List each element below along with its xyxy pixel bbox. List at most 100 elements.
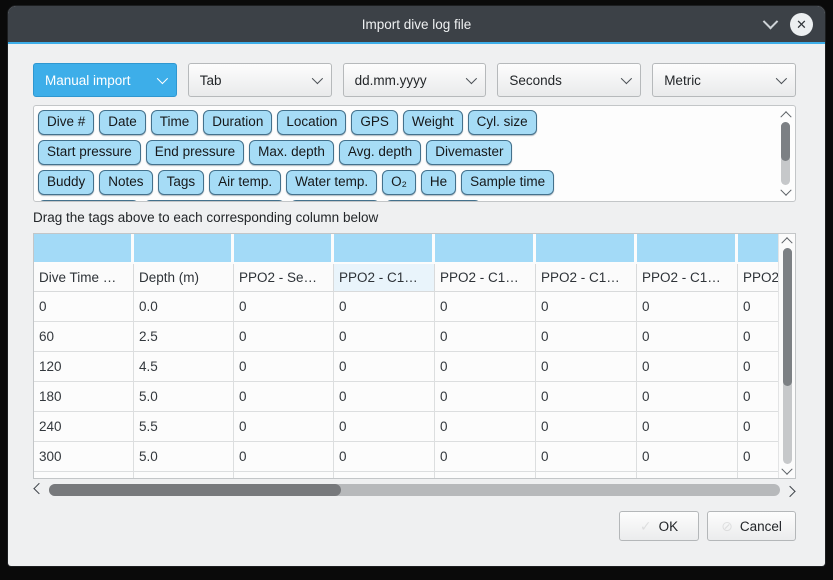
table-cell: 0 bbox=[234, 352, 334, 382]
field-separator-select[interactable]: Tab bbox=[188, 63, 332, 97]
tag[interactable]: Date bbox=[99, 110, 146, 135]
selected-value: Manual import bbox=[45, 73, 131, 88]
column-drop-target[interactable] bbox=[435, 234, 536, 264]
import-preview-table: Dive Time …Depth (m)PPO2 - Se…PPO2 - C1…… bbox=[33, 233, 796, 479]
tag-row: Sample depth Sample temperature Sample pO₂… bbox=[38, 200, 773, 202]
date-format-select[interactable]: dd.mm.yyyy bbox=[343, 63, 487, 97]
tag[interactable]: Air temp. bbox=[209, 170, 281, 195]
scroll-up-icon[interactable] bbox=[783, 234, 791, 246]
table-cell bbox=[738, 472, 779, 479]
scrollbar-track[interactable] bbox=[49, 484, 780, 496]
scrollbar-thumb[interactable] bbox=[781, 122, 790, 161]
tag[interactable]: He bbox=[421, 170, 456, 195]
table-cell: 0 bbox=[435, 322, 536, 352]
tag[interactable]: O₂ bbox=[382, 170, 416, 195]
tag[interactable]: GPS bbox=[351, 110, 398, 135]
tag[interactable]: Dive # bbox=[38, 110, 94, 135]
shade-button[interactable] bbox=[765, 19, 776, 30]
column-drop-target[interactable] bbox=[536, 234, 637, 264]
tag[interactable]: Time bbox=[151, 110, 199, 135]
import-dive-log-dialog: Import dive log file ✕ Manual import Tabd… bbox=[8, 6, 825, 566]
table-cell: 5.0 bbox=[134, 442, 234, 472]
table-cell: 0 bbox=[536, 292, 637, 322]
column-header: Dive Time … bbox=[34, 264, 134, 292]
tag[interactable]: Divemaster bbox=[426, 140, 512, 165]
import-type-select[interactable]: Manual import bbox=[33, 63, 177, 97]
column-header: PPO2 - C1… bbox=[435, 264, 536, 292]
tag[interactable]: Max. depth bbox=[249, 140, 334, 165]
tag[interactable]: Start pressure bbox=[38, 140, 141, 165]
table-cell bbox=[334, 472, 435, 479]
column-header: PPO2 - Se… bbox=[234, 264, 334, 292]
tag[interactable]: Sample depth bbox=[38, 200, 139, 202]
tag[interactable]: Cyl. size bbox=[468, 110, 537, 135]
scrollbar-thumb[interactable] bbox=[783, 248, 792, 386]
titlebar[interactable]: Import dive log file ✕ bbox=[8, 6, 825, 44]
table-cell: 0 bbox=[738, 322, 779, 352]
tag[interactable]: Weight bbox=[403, 110, 463, 135]
table-cell: 0 bbox=[435, 382, 536, 412]
table-cell: 2.5 bbox=[134, 322, 234, 352]
table-cell: 0 bbox=[738, 382, 779, 412]
column-header: PPO2 - C1… bbox=[334, 264, 435, 292]
column-drop-row bbox=[34, 234, 779, 264]
chevron-down-icon bbox=[621, 73, 632, 84]
table-cell: 0 bbox=[334, 352, 435, 382]
tag-row: BuddyNotesTagsAir temp.Water temp.O₂HeSa… bbox=[38, 170, 773, 195]
table-cell: 0 bbox=[435, 442, 536, 472]
column-drop-target[interactable] bbox=[134, 234, 234, 264]
column-header-row: Dive Time …Depth (m)PPO2 - Se…PPO2 - C1…… bbox=[34, 264, 779, 292]
table-row bbox=[34, 472, 779, 479]
tag[interactable]: Sample CNS bbox=[385, 200, 481, 202]
scrollbar-thumb[interactable] bbox=[49, 484, 341, 496]
table-cell: 0 bbox=[334, 322, 435, 352]
table-cell: 4.5 bbox=[134, 352, 234, 382]
scrollbar-track[interactable] bbox=[781, 122, 790, 185]
column-drop-target[interactable] bbox=[234, 234, 334, 264]
column-drop-target[interactable] bbox=[637, 234, 738, 264]
tag[interactable]: Duration bbox=[203, 110, 272, 135]
scroll-down-icon[interactable] bbox=[782, 187, 790, 199]
tag[interactable]: Tags bbox=[158, 170, 205, 195]
table-cell: 0 bbox=[34, 292, 134, 322]
table-cell: 0 bbox=[637, 442, 738, 472]
tag[interactable]: Sample time bbox=[461, 170, 554, 195]
tag[interactable]: Water temp. bbox=[286, 170, 377, 195]
close-button[interactable]: ✕ bbox=[790, 13, 813, 36]
tag[interactable]: End pressure bbox=[146, 140, 244, 165]
chevron-down-icon bbox=[311, 73, 322, 84]
tag[interactable]: Avg. depth bbox=[339, 140, 421, 165]
scroll-up-icon[interactable] bbox=[782, 108, 790, 120]
tag[interactable]: Buddy bbox=[38, 170, 94, 195]
scroll-right-icon[interactable] bbox=[784, 482, 796, 498]
ok-button[interactable]: ✓ OK bbox=[619, 511, 699, 541]
table-horizontal-scrollbar[interactable] bbox=[33, 482, 796, 498]
table-row: 602.5000000 bbox=[34, 322, 779, 352]
tag-pool: Dive #DateTimeDurationLocationGPSWeightC… bbox=[33, 105, 796, 202]
instruction-label: Drag the tags above to each correspondin… bbox=[33, 210, 796, 225]
table-cell: 0 bbox=[234, 412, 334, 442]
table-cell: 0 bbox=[234, 442, 334, 472]
column-drop-target[interactable] bbox=[334, 234, 435, 264]
table-cell bbox=[134, 472, 234, 479]
tag[interactable]: Notes bbox=[99, 170, 152, 195]
column-drop-target[interactable] bbox=[34, 234, 134, 264]
chevron-down-icon bbox=[157, 73, 168, 84]
scroll-left-icon[interactable] bbox=[33, 482, 45, 498]
scrollbar-track[interactable] bbox=[783, 248, 792, 464]
cancel-button[interactable]: ⊘ Cancel bbox=[707, 511, 796, 541]
tag[interactable]: Sample pO₂ bbox=[290, 200, 381, 202]
dialog-buttons: ✓ OK ⊘ Cancel bbox=[33, 511, 796, 541]
table-cell: 0 bbox=[738, 442, 779, 472]
tag-pool-scrollbar[interactable] bbox=[778, 108, 793, 199]
table-cell: 0 bbox=[536, 352, 637, 382]
table-cell: 0 bbox=[334, 412, 435, 442]
units-select[interactable]: Metric bbox=[652, 63, 796, 97]
column-drop-target[interactable] bbox=[738, 234, 779, 264]
tag[interactable]: Location bbox=[277, 110, 346, 135]
table-cell: 0 bbox=[234, 382, 334, 412]
tag[interactable]: Sample temperature bbox=[144, 200, 284, 202]
duration-format-select[interactable]: Seconds bbox=[497, 63, 641, 97]
table-scrollbar[interactable] bbox=[778, 234, 795, 478]
scroll-down-icon[interactable] bbox=[783, 466, 791, 478]
